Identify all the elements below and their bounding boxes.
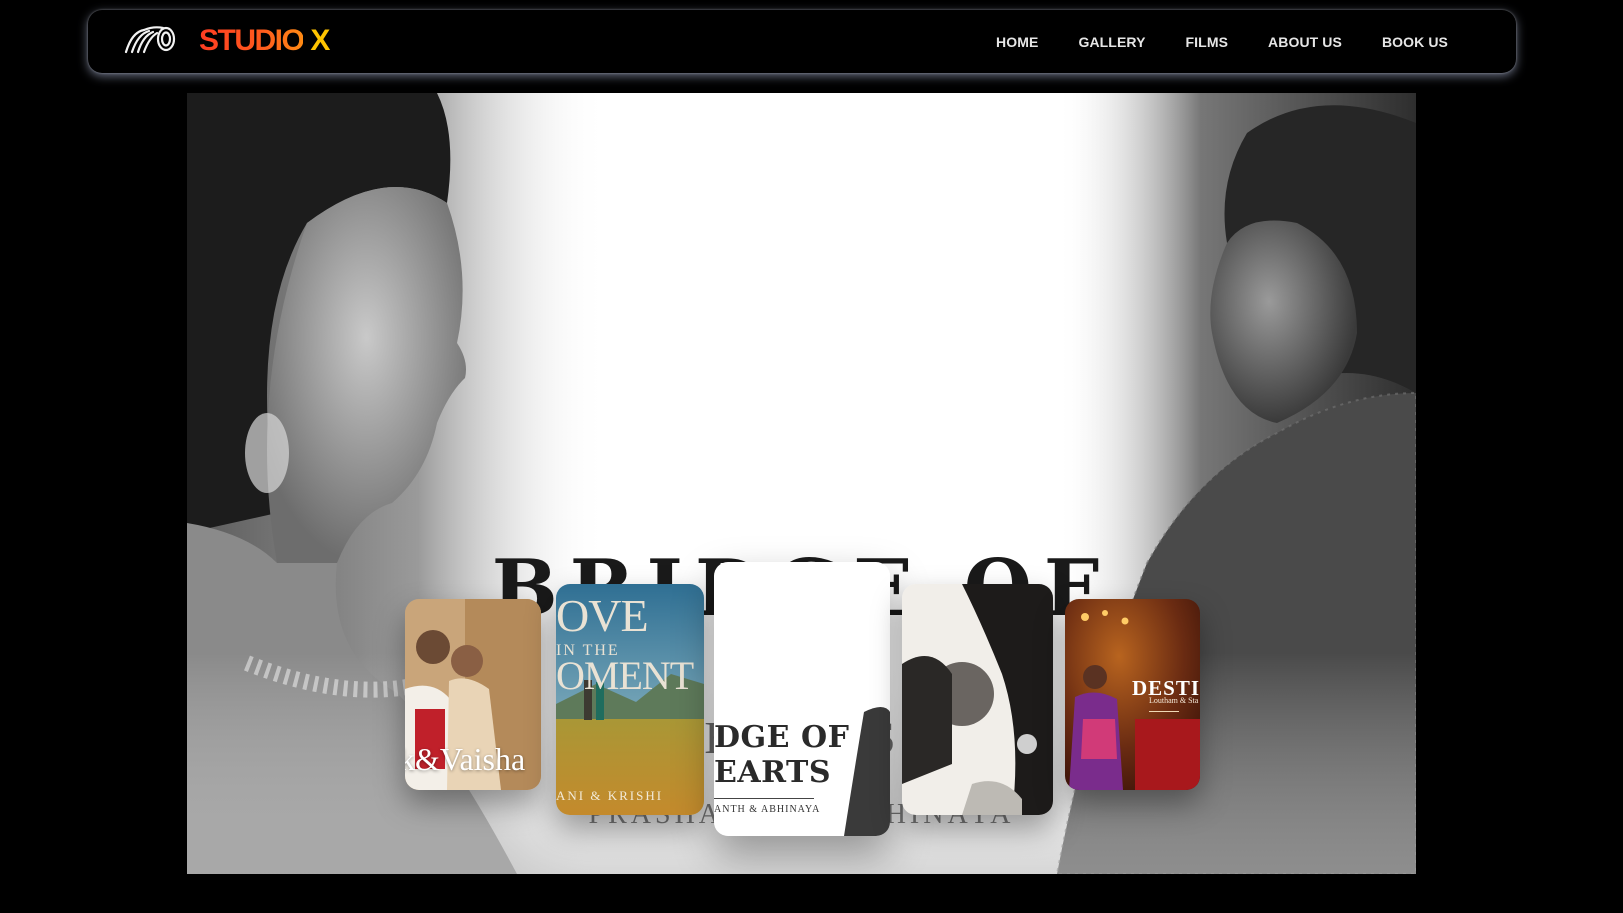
carousel-card-3-active[interactable]: DGE OF EARTS ANTH & ABHINAYA — [714, 562, 890, 836]
card-3-photo — [714, 562, 890, 836]
nav-about-us[interactable]: ABOUT US — [1268, 34, 1342, 50]
nav-gallery[interactable]: GALLERY — [1078, 34, 1145, 50]
card-4-photo — [902, 584, 1053, 815]
carousel-card-4[interactable] — [902, 584, 1053, 815]
card-5-names: Loutham & Sta — [1149, 696, 1199, 705]
card-3-title-line2: EARTS — [714, 755, 832, 790]
nav-book-us[interactable]: BOOK US — [1382, 34, 1448, 50]
card-2-title-line3: OMENT — [556, 653, 694, 698]
card-2-names: ANI & KRISHI — [556, 788, 664, 803]
carousel-card-2[interactable]: OVE IN THE OMENT ANI & KRISHI — [556, 584, 704, 815]
nav-home[interactable]: HOME — [996, 34, 1038, 50]
carousel-card-5[interactable]: DESTIN Loutham & Sta — [1065, 599, 1200, 790]
card-3-divider — [714, 798, 814, 799]
nav-menu: HOME GALLERY FILMS ABOUT US BOOK US — [996, 10, 1448, 73]
carousel-card-1[interactable]: k&Vaisha — [405, 599, 541, 790]
camera-lens-icon[interactable] — [122, 22, 178, 58]
card-2-title-line1: OVE — [556, 590, 649, 641]
brand-name-x: X — [310, 24, 330, 57]
card-1-title: k&Vaisha — [405, 741, 526, 777]
card-5-divider — [1149, 711, 1179, 712]
navbar: STUDIO X HOME GALLERY FILMS ABOUT US BOO… — [88, 10, 1516, 73]
brand-logo[interactable]: STUDIO X — [199, 24, 330, 58]
card-3-names: ANTH & ABHINAYA — [714, 804, 821, 815]
card-3-title-line1: DGE OF — [714, 720, 850, 755]
nav-films[interactable]: FILMS — [1186, 34, 1229, 50]
brand-name-studio: STUDIO — [199, 24, 305, 57]
